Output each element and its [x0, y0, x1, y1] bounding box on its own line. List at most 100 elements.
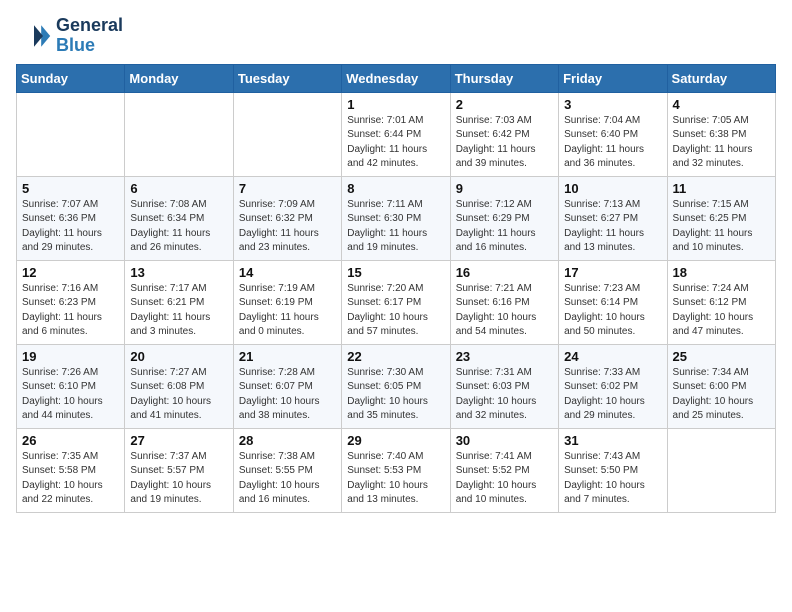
day-number: 16: [456, 265, 553, 280]
calendar-cell: 4Sunrise: 7:05 AM Sunset: 6:38 PM Daylig…: [667, 92, 775, 176]
calendar-cell: 21 Sunrise: 7:28 AM Sunset: 6:07 PM Dayli…: [233, 344, 341, 428]
day-info: Sunrise: 7:24 AM Sunset: 6:12 PM Dayligh…: [673, 282, 770, 340]
calendar-cell: 18 Sunrise: 7:24 AM Sunset: 6:12 PM Dayli…: [667, 260, 775, 344]
calendar-cell: [667, 428, 775, 512]
logo-icon: [16, 18, 52, 54]
day-number: 17: [564, 265, 661, 280]
day-number: 11: [673, 181, 770, 196]
day-info: Sunrise: 7:28 AM Sunset: 6:07 PM Dayligh…: [239, 366, 336, 424]
calendar-cell: 26Sunrise: 7:35 AM Sunset: 5:58 PM Dayli…: [17, 428, 125, 512]
day-info: Sunrise: 7:40 AM Sunset: 5:53 PM Dayligh…: [347, 450, 444, 508]
day-info: Sunrise: 7:01 AM Sunset: 6:44 PM Dayligh…: [347, 114, 444, 172]
calendar-cell: 23 Sunrise: 7:31 AM Sunset: 6:03 PM Dayli…: [450, 344, 558, 428]
day-info: Sunrise: 7:34 AM Sunset: 6:00 PM Dayligh…: [673, 366, 770, 424]
day-info: Sunrise: 7:43 AM Sunset: 5:50 PM Dayligh…: [564, 450, 661, 508]
calendar-cell: [17, 92, 125, 176]
weekday-header-friday: Friday: [559, 64, 667, 92]
calendar-cell: 12 Sunrise: 7:16 AM Sunset: 6:23 PM Dayli…: [17, 260, 125, 344]
day-info: Sunrise: 7:19 AM Sunset: 6:19 PM Dayligh…: [239, 282, 336, 340]
day-number: 8: [347, 181, 444, 196]
day-info: Sunrise: 7:16 AM Sunset: 6:23 PM Dayligh…: [22, 282, 119, 340]
day-info: Sunrise: 7:09 AM Sunset: 6:32 PM Dayligh…: [239, 198, 336, 256]
day-number: 3: [564, 97, 661, 112]
day-info: Sunrise: 7:30 AM Sunset: 6:05 PM Dayligh…: [347, 366, 444, 424]
day-number: 4: [673, 97, 770, 112]
day-number: 5: [22, 181, 119, 196]
day-info: Sunrise: 7:23 AM Sunset: 6:14 PM Dayligh…: [564, 282, 661, 340]
day-number: 20: [130, 349, 227, 364]
day-number: 30: [456, 433, 553, 448]
weekday-header-sunday: Sunday: [17, 64, 125, 92]
day-info: Sunrise: 7:41 AM Sunset: 5:52 PM Dayligh…: [456, 450, 553, 508]
calendar-cell: 3 Sunrise: 7:04 AM Sunset: 6:40 PM Daylig…: [559, 92, 667, 176]
calendar-cell: 8 Sunrise: 7:11 AM Sunset: 6:30 PM Daylig…: [342, 176, 450, 260]
calendar-cell: 13Sunrise: 7:17 AM Sunset: 6:21 PM Dayli…: [125, 260, 233, 344]
day-info: Sunrise: 7:27 AM Sunset: 6:08 PM Dayligh…: [130, 366, 227, 424]
calendar-cell: 1 Sunrise: 7:01 AM Sunset: 6:44 PM Daylig…: [342, 92, 450, 176]
page-header: General Blue: [16, 16, 776, 56]
weekday-header-tuesday: Tuesday: [233, 64, 341, 92]
calendar-cell: 29 Sunrise: 7:40 AM Sunset: 5:53 PM Dayli…: [342, 428, 450, 512]
logo: General Blue: [16, 16, 123, 56]
weekday-header-monday: Monday: [125, 64, 233, 92]
calendar-body: 1 Sunrise: 7:01 AM Sunset: 6:44 PM Daylig…: [17, 92, 776, 512]
calendar-cell: 28Sunrise: 7:38 AM Sunset: 5:55 PM Dayli…: [233, 428, 341, 512]
calendar-cell: 30 Sunrise: 7:41 AM Sunset: 5:52 PM Dayli…: [450, 428, 558, 512]
day-number: 12: [22, 265, 119, 280]
day-number: 19: [22, 349, 119, 364]
calendar-cell: 9 Sunrise: 7:12 AM Sunset: 6:29 PM Daylig…: [450, 176, 558, 260]
day-info: Sunrise: 7:08 AM Sunset: 6:34 PM Dayligh…: [130, 198, 227, 256]
day-number: 25: [673, 349, 770, 364]
day-number: 14: [239, 265, 336, 280]
day-number: 24: [564, 349, 661, 364]
calendar-cell: 10Sunrise: 7:13 AM Sunset: 6:27 PM Dayli…: [559, 176, 667, 260]
weekday-row: SundayMondayTuesdayWednesdayThursdayFrid…: [17, 64, 776, 92]
calendar-cell: 2Sunrise: 7:03 AM Sunset: 6:42 PM Daylig…: [450, 92, 558, 176]
day-info: Sunrise: 7:12 AM Sunset: 6:29 PM Dayligh…: [456, 198, 553, 256]
calendar-cell: 17 Sunrise: 7:23 AM Sunset: 6:14 PM Dayli…: [559, 260, 667, 344]
calendar-cell: 24 Sunrise: 7:33 AM Sunset: 6:02 PM Dayli…: [559, 344, 667, 428]
day-number: 18: [673, 265, 770, 280]
calendar-week-1: 1 Sunrise: 7:01 AM Sunset: 6:44 PM Daylig…: [17, 92, 776, 176]
day-info: Sunrise: 7:20 AM Sunset: 6:17 PM Dayligh…: [347, 282, 444, 340]
day-number: 15: [347, 265, 444, 280]
day-number: 10: [564, 181, 661, 196]
day-info: Sunrise: 7:21 AM Sunset: 6:16 PM Dayligh…: [456, 282, 553, 340]
day-number: 2: [456, 97, 553, 112]
calendar-cell: 11Sunrise: 7:15 AM Sunset: 6:25 PM Dayli…: [667, 176, 775, 260]
calendar-week-5: 26Sunrise: 7:35 AM Sunset: 5:58 PM Dayli…: [17, 428, 776, 512]
calendar-cell: 20 Sunrise: 7:27 AM Sunset: 6:08 PM Dayli…: [125, 344, 233, 428]
calendar-cell: 25 Sunrise: 7:34 AM Sunset: 6:00 PM Dayli…: [667, 344, 775, 428]
calendar-week-4: 19 Sunrise: 7:26 AM Sunset: 6:10 PM Dayli…: [17, 344, 776, 428]
day-info: Sunrise: 7:31 AM Sunset: 6:03 PM Dayligh…: [456, 366, 553, 424]
calendar-cell: 6 Sunrise: 7:08 AM Sunset: 6:34 PM Daylig…: [125, 176, 233, 260]
day-info: Sunrise: 7:37 AM Sunset: 5:57 PM Dayligh…: [130, 450, 227, 508]
calendar-cell: 27 Sunrise: 7:37 AM Sunset: 5:57 PM Dayli…: [125, 428, 233, 512]
day-info: Sunrise: 7:17 AM Sunset: 6:21 PM Dayligh…: [130, 282, 227, 340]
calendar-cell: 15 Sunrise: 7:20 AM Sunset: 6:17 PM Dayli…: [342, 260, 450, 344]
day-number: 22: [347, 349, 444, 364]
day-number: 21: [239, 349, 336, 364]
calendar-cell: 5 Sunrise: 7:07 AM Sunset: 6:36 PM Daylig…: [17, 176, 125, 260]
logo-text: General Blue: [56, 16, 123, 56]
day-info: Sunrise: 7:38 AM Sunset: 5:55 PM Dayligh…: [239, 450, 336, 508]
day-number: 9: [456, 181, 553, 196]
day-number: 6: [130, 181, 227, 196]
calendar-week-2: 5 Sunrise: 7:07 AM Sunset: 6:36 PM Daylig…: [17, 176, 776, 260]
day-info: Sunrise: 7:26 AM Sunset: 6:10 PM Dayligh…: [22, 366, 119, 424]
weekday-header-thursday: Thursday: [450, 64, 558, 92]
day-info: Sunrise: 7:07 AM Sunset: 6:36 PM Dayligh…: [22, 198, 119, 256]
day-number: 7: [239, 181, 336, 196]
weekday-header-wednesday: Wednesday: [342, 64, 450, 92]
day-number: 1: [347, 97, 444, 112]
calendar-cell: [125, 92, 233, 176]
day-info: Sunrise: 7:11 AM Sunset: 6:30 PM Dayligh…: [347, 198, 444, 256]
calendar-cell: 7 Sunrise: 7:09 AM Sunset: 6:32 PM Daylig…: [233, 176, 341, 260]
day-number: 27: [130, 433, 227, 448]
day-number: 29: [347, 433, 444, 448]
day-info: Sunrise: 7:04 AM Sunset: 6:40 PM Dayligh…: [564, 114, 661, 172]
day-number: 23: [456, 349, 553, 364]
day-info: Sunrise: 7:35 AM Sunset: 5:58 PM Dayligh…: [22, 450, 119, 508]
weekday-header-saturday: Saturday: [667, 64, 775, 92]
day-info: Sunrise: 7:33 AM Sunset: 6:02 PM Dayligh…: [564, 366, 661, 424]
